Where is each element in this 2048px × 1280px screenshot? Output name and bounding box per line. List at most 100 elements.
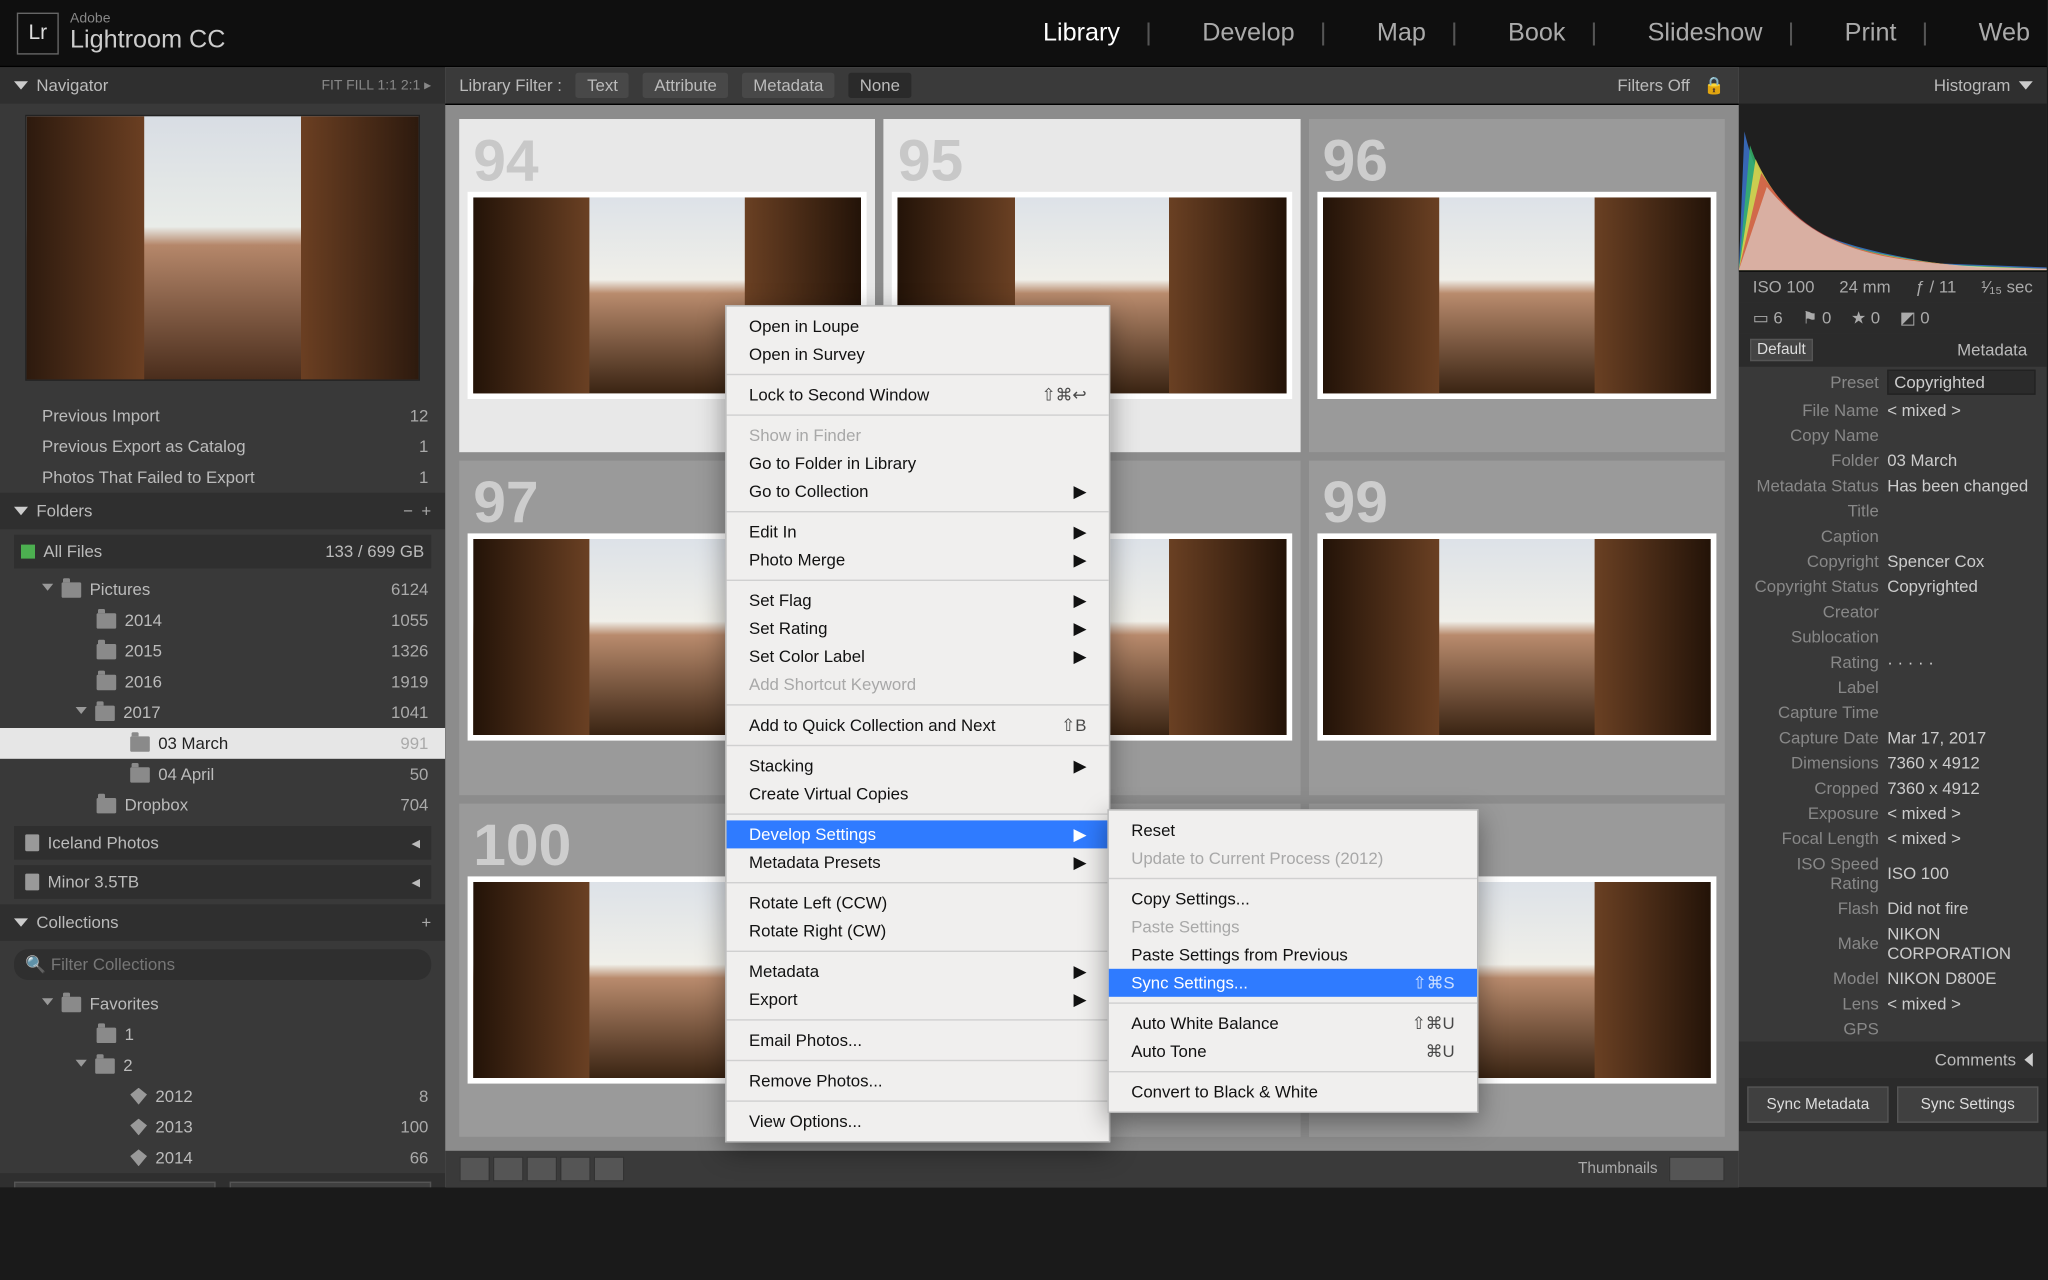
metadata-field[interactable]: ModelNIKON D800E: [1739, 966, 2047, 991]
metadata-field[interactable]: MakeNIKON CORPORATION: [1739, 921, 2047, 966]
add-folder-button[interactable]: +: [421, 501, 431, 521]
menu-item[interactable]: Edit In▶: [727, 518, 1109, 546]
metadata-field[interactable]: FlashDid not fire: [1739, 896, 2047, 921]
metadata-field[interactable]: Label: [1739, 675, 2047, 700]
metadata-field[interactable]: File Name< mixed >: [1739, 398, 2047, 423]
menu-item[interactable]: Metadata▶: [727, 958, 1109, 986]
people-view-button[interactable]: [594, 1156, 625, 1181]
folder-row[interactable]: 20151326: [0, 636, 445, 667]
thumbnails-size-slider[interactable]: [1669, 1156, 1725, 1181]
menu-item[interactable]: Stacking▶: [727, 752, 1109, 780]
collection-row[interactable]: 2: [0, 1050, 445, 1081]
module-web[interactable]: Web: [1979, 18, 2030, 47]
menu-item[interactable]: Export▶: [727, 986, 1109, 1014]
metadata-preset-select[interactable]: Copyrighted: [1887, 370, 2035, 395]
filter-tab-none[interactable]: None: [849, 73, 912, 98]
menu-item[interactable]: Remove Photos...: [727, 1067, 1109, 1095]
menu-item[interactable]: Lock to Second Window⇧⌘↩: [727, 381, 1109, 409]
collection-row[interactable]: 201466: [0, 1142, 445, 1173]
menu-item[interactable]: View Options...: [727, 1107, 1109, 1135]
menu-item[interactable]: Convert to Black & White: [1109, 1078, 1477, 1106]
menu-item[interactable]: Auto White Balance⇧⌘U: [1109, 1009, 1477, 1037]
folder-row[interactable]: 03 March991: [0, 728, 445, 759]
metadata-field[interactable]: Capture DateMar 17, 2017: [1739, 725, 2047, 750]
folder-row[interactable]: Pictures6124: [0, 574, 445, 605]
catalog-list-row[interactable]: Previous Import12: [0, 400, 445, 431]
collections-header[interactable]: Collections +: [0, 904, 445, 940]
compare-view-button[interactable]: [526, 1156, 557, 1181]
metadata-field[interactable]: ISO Speed RatingISO 100: [1739, 851, 2047, 896]
collection-row[interactable]: 20128: [0, 1081, 445, 1112]
menu-item[interactable]: Metadata Presets▶: [727, 848, 1109, 876]
collection-row[interactable]: 2013100: [0, 1112, 445, 1143]
menu-item[interactable]: Set Rating▶: [727, 615, 1109, 643]
metadata-field[interactable]: Lens< mixed >: [1739, 991, 2047, 1016]
folder-row[interactable]: Dropbox704: [0, 790, 445, 821]
metadata-field[interactable]: Exposure< mixed >: [1739, 801, 2047, 826]
metadata-field[interactable]: Dimensions7360 x 4912: [1739, 750, 2047, 775]
metadata-field[interactable]: Metadata StatusHas been changed: [1739, 473, 2047, 498]
metadata-field[interactable]: Rating· · · · ·: [1739, 650, 2047, 675]
filter-tab-metadata[interactable]: Metadata: [742, 73, 834, 98]
metadata-field[interactable]: Copyright StatusCopyrighted: [1739, 574, 2047, 599]
menu-item[interactable]: Rotate Right (CW): [727, 917, 1109, 945]
metadata-field[interactable]: Focal Length< mixed >: [1739, 826, 2047, 851]
sync-settings-button[interactable]: Sync Settings: [1897, 1086, 2038, 1122]
menu-item[interactable]: Auto Tone⌘U: [1109, 1037, 1477, 1065]
menu-item[interactable]: Create Virtual Copies: [727, 780, 1109, 808]
navigator-header[interactable]: Navigator FIT FILL 1:1 2:1 ▸: [0, 67, 445, 103]
menu-item[interactable]: Paste Settings from Previous: [1109, 941, 1477, 969]
collections-filter-input[interactable]: 🔍 Filter Collections: [14, 949, 431, 980]
metadata-header[interactable]: Default Metadata: [1739, 333, 2047, 367]
filter-tab-text[interactable]: Text: [576, 73, 629, 98]
menu-item[interactable]: Photo Merge▶: [727, 546, 1109, 574]
menu-item[interactable]: Sync Settings...⇧⌘S: [1109, 969, 1477, 997]
menu-item[interactable]: Rotate Left (CCW): [727, 889, 1109, 917]
collection-row[interactable]: 1: [0, 1019, 445, 1050]
menu-item[interactable]: Open in Survey: [727, 340, 1109, 368]
module-book[interactable]: Book: [1508, 18, 1565, 47]
metadata-field[interactable]: Creator: [1739, 599, 2047, 624]
menu-item[interactable]: Go to Folder in Library: [727, 449, 1109, 477]
survey-view-button[interactable]: [560, 1156, 591, 1181]
folder-row[interactable]: 20141055: [0, 605, 445, 636]
histogram-header[interactable]: Histogram: [1739, 67, 2047, 103]
metadata-field[interactable]: Caption: [1739, 524, 2047, 549]
menu-item[interactable]: Email Photos...: [727, 1026, 1109, 1054]
module-print[interactable]: Print: [1845, 18, 1897, 47]
navigator-zoom-modes[interactable]: FIT FILL 1:1 2:1 ▸: [321, 78, 431, 93]
menu-item[interactable]: Add to Quick Collection and Next⇧B: [727, 711, 1109, 739]
volume-row[interactable]: Minor 3.5TB◂: [14, 865, 431, 899]
menu-item[interactable]: Develop Settings▶: [727, 820, 1109, 848]
module-slideshow[interactable]: Slideshow: [1648, 18, 1763, 47]
menu-item[interactable]: Reset: [1109, 816, 1477, 844]
thumbnail-cell[interactable]: 99: [1309, 461, 1725, 795]
add-collection-button[interactable]: +: [421, 913, 431, 933]
sync-metadata-button[interactable]: Sync Metadata: [1747, 1086, 1888, 1122]
loupe-view-button[interactable]: [493, 1156, 524, 1181]
volume-row[interactable]: All Files 133 / 699 GB: [14, 535, 431, 569]
catalog-list-row[interactable]: Previous Export as Catalog1: [0, 431, 445, 462]
metadata-field[interactable]: Copy Name: [1739, 423, 2047, 448]
metadata-field[interactable]: Title: [1739, 498, 2047, 523]
menu-item[interactable]: Open in Loupe: [727, 312, 1109, 340]
metadata-field[interactable]: Sublocation: [1739, 624, 2047, 649]
folders-header[interactable]: Folders − +: [0, 493, 445, 529]
filters-off-toggle[interactable]: Filters Off: [1617, 76, 1690, 96]
menu-item[interactable]: Go to Collection▶: [727, 477, 1109, 505]
menu-item[interactable]: Copy Settings...: [1109, 885, 1477, 913]
comments-header[interactable]: Comments: [1739, 1042, 2047, 1078]
collection-row[interactable]: Favorites: [0, 988, 445, 1019]
module-map[interactable]: Map: [1377, 18, 1426, 47]
context-submenu-develop-settings[interactable]: ResetUpdate to Current Process (2012)Cop…: [1107, 809, 1478, 1113]
module-develop[interactable]: Develop: [1202, 18, 1294, 47]
lock-icon[interactable]: 🔒: [1704, 76, 1725, 96]
import-button[interactable]: Import...: [14, 1182, 216, 1188]
folder-row[interactable]: 04 April50: [0, 759, 445, 790]
histogram-display[interactable]: [1739, 104, 2047, 272]
context-menu[interactable]: Open in LoupeOpen in Survey Lock to Secon…: [725, 305, 1110, 1142]
menu-item[interactable]: Set Color Label▶: [727, 643, 1109, 671]
module-library[interactable]: Library: [1043, 18, 1120, 47]
grid-view-button[interactable]: [459, 1156, 490, 1181]
menu-item[interactable]: Set Flag▶: [727, 587, 1109, 615]
